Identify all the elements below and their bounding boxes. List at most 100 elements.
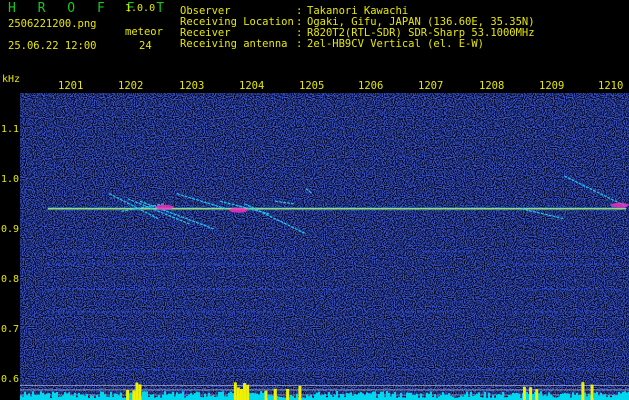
level-bar	[224, 396, 226, 400]
level-bar	[178, 393, 180, 400]
level-bar	[360, 392, 362, 400]
level-bar	[608, 395, 610, 400]
level-bar	[92, 395, 94, 400]
level-bar	[270, 395, 272, 400]
level-bar	[150, 394, 152, 400]
level-bar	[434, 394, 436, 400]
level-bar	[444, 394, 446, 400]
level-bar	[342, 393, 344, 400]
level-bar	[548, 392, 550, 400]
level-bar	[152, 394, 154, 400]
level-bar	[566, 393, 568, 400]
level-bar	[220, 391, 222, 400]
level-bar	[206, 396, 208, 400]
level-bar	[470, 391, 472, 400]
level-bar	[34, 394, 36, 400]
level-bar	[80, 394, 82, 400]
level-bar	[130, 392, 132, 400]
meteor-count: 24	[139, 40, 152, 52]
level-bar	[484, 391, 486, 400]
level-bar	[576, 392, 578, 400]
level-bar	[56, 391, 58, 400]
level-bar	[478, 392, 480, 400]
y-tick-label: 0.7	[1, 324, 20, 335]
level-bar	[24, 391, 26, 400]
level-bar	[36, 395, 38, 400]
level-bar	[44, 395, 46, 400]
level-bar	[380, 391, 382, 400]
level-bar	[354, 393, 356, 400]
level-burst	[264, 390, 268, 400]
level-bar	[216, 396, 218, 400]
hot-spot	[610, 202, 629, 208]
level-burst	[239, 388, 243, 400]
x-tick-label: 1203	[179, 80, 205, 92]
x-tick-label: 1204	[239, 80, 265, 92]
level-bar	[390, 396, 392, 400]
level-bar	[514, 393, 516, 400]
level-bar	[262, 392, 264, 400]
level-bar	[146, 391, 148, 400]
level-bar	[308, 396, 310, 400]
level-bar	[84, 396, 86, 400]
level-bar	[74, 392, 76, 400]
level-bar	[596, 391, 598, 400]
x-tick-label: 1205	[299, 80, 325, 92]
level-bar	[492, 395, 494, 400]
level-burst	[126, 390, 130, 400]
level-bar	[314, 394, 316, 400]
file-datetime: 25.06.22 12:00	[8, 40, 97, 52]
level-bar	[52, 391, 54, 400]
level-bar	[502, 392, 504, 400]
level-bar	[252, 392, 254, 400]
level-bar	[500, 395, 502, 400]
level-bar	[428, 393, 430, 400]
level-bar	[324, 394, 326, 400]
level-bar	[26, 395, 28, 400]
level-bar	[256, 393, 258, 400]
level-bar	[174, 396, 176, 400]
level-bar	[384, 396, 386, 400]
level-burst	[273, 388, 277, 400]
level-bar	[450, 396, 452, 400]
x-tick-label: 1208	[479, 80, 505, 92]
level-bar	[60, 396, 62, 400]
level-bar	[614, 395, 616, 400]
level-bar	[516, 392, 518, 400]
level-bar	[612, 395, 614, 400]
app-version: 1.0.0	[125, 3, 156, 14]
level-bar	[322, 394, 324, 400]
level-bar	[578, 395, 580, 400]
level-bar	[574, 394, 576, 400]
level-bar	[172, 391, 174, 400]
y-tick-label: 0.6	[1, 374, 20, 385]
level-bar	[192, 394, 194, 400]
level-bar	[164, 391, 166, 400]
level-bar	[414, 394, 416, 400]
level-bar	[306, 394, 308, 400]
level-bar	[600, 392, 602, 400]
level-bar	[602, 395, 604, 400]
noise-floor	[20, 93, 629, 400]
level-bar	[48, 393, 50, 400]
file-name: 2506221200.png	[8, 18, 97, 30]
level-bar	[334, 395, 336, 400]
level-bar	[296, 393, 298, 400]
level-bar	[604, 394, 606, 400]
level-bar	[366, 392, 368, 400]
info-key-antenna: Receiving antenna	[180, 38, 288, 50]
level-bar	[62, 395, 64, 400]
level-bar	[518, 393, 520, 400]
level-bar	[20, 395, 22, 400]
level-bar	[318, 391, 320, 400]
level-bar	[222, 391, 224, 400]
level-bar	[374, 391, 376, 400]
level-bar	[420, 393, 422, 400]
level-bar	[54, 392, 56, 400]
level-bar	[190, 393, 192, 400]
level-bar	[166, 394, 168, 400]
level-burst	[135, 382, 139, 400]
level-bar	[82, 394, 84, 400]
level-bar	[438, 396, 440, 400]
level-bar	[258, 394, 260, 400]
